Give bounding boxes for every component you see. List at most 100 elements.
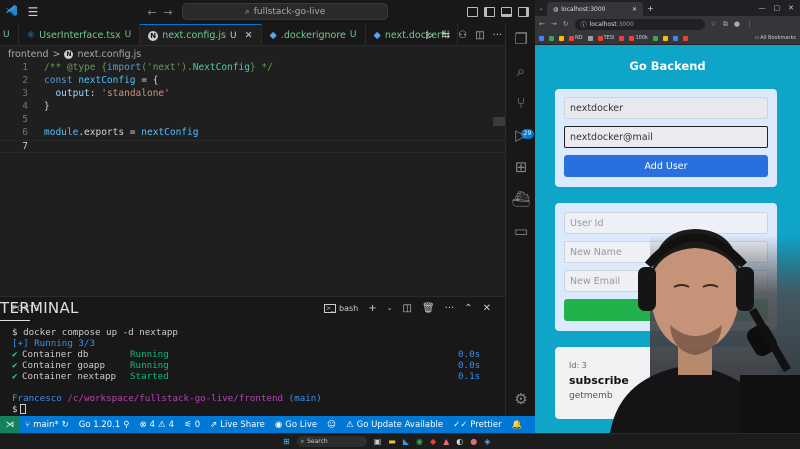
close-icon[interactable]: ✕ — [245, 30, 253, 41]
more-icon[interactable]: ··· — [445, 303, 455, 314]
prettier-button[interactable]: ✓✓ Prettier — [448, 420, 507, 430]
back-arrow-icon[interactable]: ← — [144, 6, 160, 19]
all-bookmarks[interactable]: ▭ All Bookmarks — [755, 35, 800, 41]
bookmark-item[interactable] — [672, 35, 678, 41]
command-center-search[interactable]: ⌕ fullstack-go-live — [182, 3, 388, 20]
extensions-icon[interactable]: ⊞ — [506, 158, 536, 176]
more-icon[interactable]: ⋮ — [746, 20, 753, 28]
tab-terminal[interactable]: TERMINAL — [0, 299, 78, 321]
live-share-button[interactable]: ⇗ Live Share — [205, 420, 270, 430]
star-icon[interactable]: ☆ — [711, 20, 717, 28]
vscode-taskbar-icon[interactable]: ◣ — [403, 437, 409, 446]
git-icon[interactable]: ⚇ — [458, 30, 467, 41]
remote-icon[interactable]: ⋊ — [0, 416, 20, 433]
file-explorer-icon[interactable]: ▬ — [388, 437, 396, 446]
container-name: Container nextapp — [22, 371, 117, 382]
new-terminal-icon[interactable]: + — [368, 303, 376, 314]
menu-icon[interactable]: ☰ — [22, 5, 44, 19]
breadcrumb-folder[interactable]: frontend — [8, 49, 49, 60]
gear-icon[interactable]: ⚙ — [506, 390, 536, 408]
maximize-icon[interactable]: ▢ — [774, 4, 781, 12]
copilot-icon[interactable]: ☺ — [322, 420, 341, 430]
tab-next-config[interactable]: N next.config.js U ✕ — [140, 24, 262, 45]
forward-arrow-icon[interactable]: → — [551, 20, 557, 28]
chevron-right-icon: > — [52, 48, 61, 60]
extensions-icon[interactable]: ⧉ — [723, 20, 728, 29]
code-editor[interactable]: 1 /** @type {import('next').NextConfig} … — [0, 62, 505, 292]
source-control-icon[interactable]: ⑂ — [506, 94, 536, 112]
back-arrow-icon[interactable]: ← — [539, 20, 545, 28]
forward-arrow-icon[interactable]: → — [160, 6, 176, 19]
terminal-input-line[interactable]: $ — [12, 404, 492, 415]
minimap[interactable] — [493, 117, 505, 126]
go-version[interactable]: Go 1.20.1 ⚲ — [74, 420, 135, 430]
notifications-bell-icon[interactable]: 🔔 — [507, 420, 528, 430]
tab-search-icon[interactable]: ⌄ — [535, 5, 547, 12]
app-icon[interactable]: ◈ — [484, 437, 490, 446]
bookmark-100k[interactable]: 100k — [629, 35, 648, 41]
explorer-icon[interactable]: ❐ — [506, 30, 536, 48]
search-icon[interactable]: ⌕ — [506, 62, 536, 80]
trash-icon[interactable]: 🗑 — [422, 303, 435, 314]
terminal-prompt: Francesco /c/workspace/fullstack-go-live… — [12, 393, 492, 404]
chat-icon[interactable]: ▭ — [506, 222, 536, 240]
bookmark-item[interactable] — [559, 35, 564, 41]
taskbar-search[interactable]: ⌕ Search — [296, 436, 367, 447]
reload-icon[interactable]: ↻ — [563, 20, 569, 28]
bookmark-tesi[interactable]: TESI — [597, 35, 614, 41]
run-debug-icon[interactable]: ▷ — [506, 126, 536, 144]
app-icon[interactable]: ◐ — [456, 437, 463, 446]
go-live-button[interactable]: ◉ Go Live — [270, 420, 322, 430]
ports-indicator[interactable]: ⚟ 0 — [179, 420, 205, 430]
bookmark-item[interactable] — [539, 35, 544, 41]
app-icon[interactable]: ▲ — [443, 437, 449, 446]
terminal-shell-selector[interactable]: >_ bash — [324, 303, 358, 313]
app-icon[interactable]: ● — [470, 437, 477, 446]
add-user-button[interactable]: Add User — [564, 155, 768, 177]
layout-split-icon[interactable] — [518, 7, 529, 17]
check-icon: ✔ — [12, 349, 18, 360]
bookmark-item[interactable] — [549, 35, 554, 41]
layout-sidebar-icon[interactable] — [484, 7, 495, 17]
close-window-icon[interactable]: ✕ — [788, 4, 794, 12]
bookmark-item[interactable] — [619, 35, 625, 41]
close-icon[interactable]: ✕ — [632, 6, 637, 13]
chrome-icon[interactable]: ◉ — [416, 437, 423, 446]
profile-icon[interactable]: ● — [734, 20, 740, 28]
split-terminal-icon[interactable]: ◫ — [403, 303, 412, 314]
tab-label: next.config.js — [162, 30, 226, 41]
tab-ts-file[interactable]: U — [0, 24, 19, 45]
layout-panel-icon[interactable] — [467, 7, 478, 17]
docker-icon[interactable]: ⛴ — [506, 190, 536, 208]
task-view-icon[interactable]: ▣ — [374, 437, 382, 446]
tab-userinterface[interactable]: ⚛ UserInterface.tsx U — [19, 24, 141, 45]
bookmark-item[interactable] — [587, 35, 593, 41]
windows-start-icon[interactable]: ⊞ — [283, 437, 290, 446]
bookmark-item[interactable] — [682, 35, 688, 41]
email-input[interactable]: nextdocker@mail — [564, 126, 768, 148]
split-editor-icon[interactable]: ◫ — [475, 30, 484, 41]
address-bar[interactable]: ⓘ localhost:3000 — [574, 18, 705, 30]
git-branch[interactable]: ⑂ main* ↻ — [20, 420, 74, 430]
chevron-down-icon[interactable]: ⌄ — [387, 304, 393, 312]
maximize-icon[interactable]: ⌃ — [464, 303, 472, 314]
terminal-output[interactable]: $ docker compose up -d nextapp [+] Runni… — [12, 327, 492, 415]
go-update-button[interactable]: ⚠ Go Update Available — [341, 420, 448, 430]
name-input[interactable]: nextdocker — [564, 97, 768, 119]
more-icon[interactable]: ··· — [493, 30, 503, 41]
bookmark-item[interactable] — [652, 35, 658, 41]
close-icon[interactable]: ✕ — [483, 303, 491, 314]
app-icon[interactable]: ◆ — [430, 437, 436, 446]
workspace-name: fullstack-go-live — [253, 6, 326, 17]
bookmark-nd[interactable]: ND — [569, 35, 583, 41]
new-tab-icon[interactable]: + — [647, 4, 654, 13]
run-icon[interactable]: ▷ — [426, 30, 434, 41]
compare-icon[interactable]: ⇆ — [442, 30, 450, 41]
layout-customize-icon[interactable] — [501, 7, 512, 17]
tab-dockerignore[interactable]: ◆ .dockerignore U — [262, 24, 366, 45]
browser-tab[interactable]: ◍ localhost:3000 ✕ — [547, 2, 643, 16]
bookmark-item[interactable] — [662, 35, 668, 41]
minimize-icon[interactable]: — — [759, 4, 766, 12]
breadcrumb-file[interactable]: next.config.js — [77, 49, 141, 60]
problems-indicator[interactable]: ⊗ 4 ⚠ 4 — [135, 420, 180, 430]
